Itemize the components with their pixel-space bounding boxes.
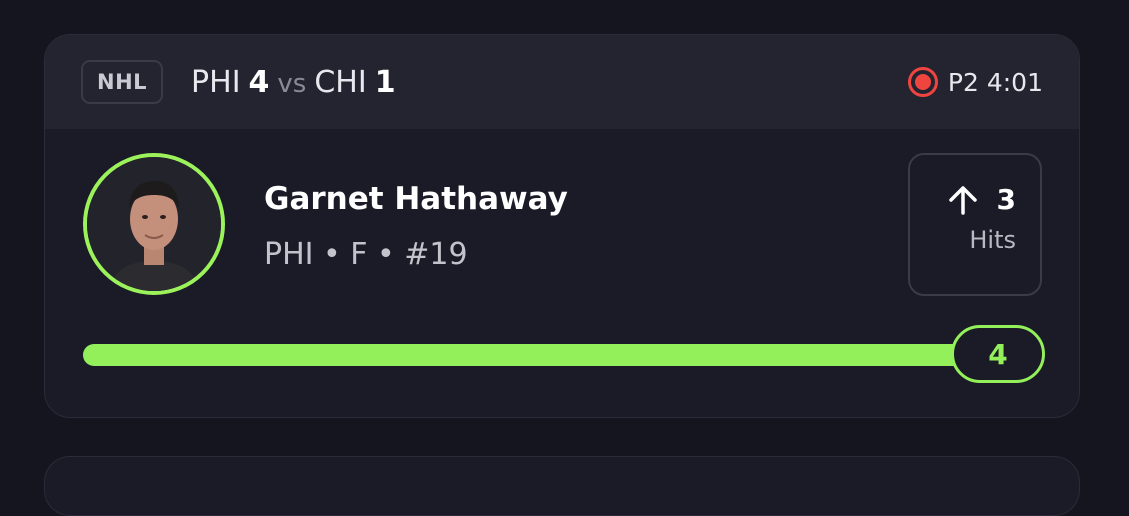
game-clock: P2 4:01 — [947, 67, 1043, 97]
player-avatar — [83, 153, 225, 295]
game-score: PHI 4 vs CHI 1 — [191, 65, 396, 100]
player-prop-card[interactable]: NHL PHI 4 vs CHI 1 P2 4:01 Garnet Hathaw… — [44, 34, 1080, 418]
stat-box: 3 Hits — [908, 153, 1042, 296]
progress-fill — [83, 344, 1043, 366]
next-card[interactable] — [44, 456, 1080, 516]
live-indicator-icon — [907, 67, 938, 97]
live-status: P2 4:01 — [907, 35, 1043, 129]
home-team: PHI — [191, 64, 241, 100]
game-header: NHL PHI 4 vs CHI 1 P2 4:01 — [45, 35, 1079, 129]
player-row: Garnet Hathaway PHI • F • #19 3 Hits 4 — [45, 129, 1079, 417]
progress-track — [83, 344, 1043, 366]
vs-label: vs — [277, 68, 307, 99]
stat-label: Hits — [969, 226, 1016, 254]
stat-value: 3 — [996, 183, 1016, 216]
progress-current-badge: 4 — [951, 325, 1045, 383]
player-meta: PHI • F • #19 — [264, 237, 468, 272]
player-name: Garnet Hathaway — [264, 181, 568, 217]
league-badge: NHL — [81, 60, 164, 104]
home-score: 4 — [248, 64, 270, 100]
arrow-up-icon — [948, 185, 977, 215]
away-score: 1 — [374, 64, 396, 100]
player-headshot-icon — [87, 157, 221, 291]
away-team: CHI — [314, 64, 367, 100]
